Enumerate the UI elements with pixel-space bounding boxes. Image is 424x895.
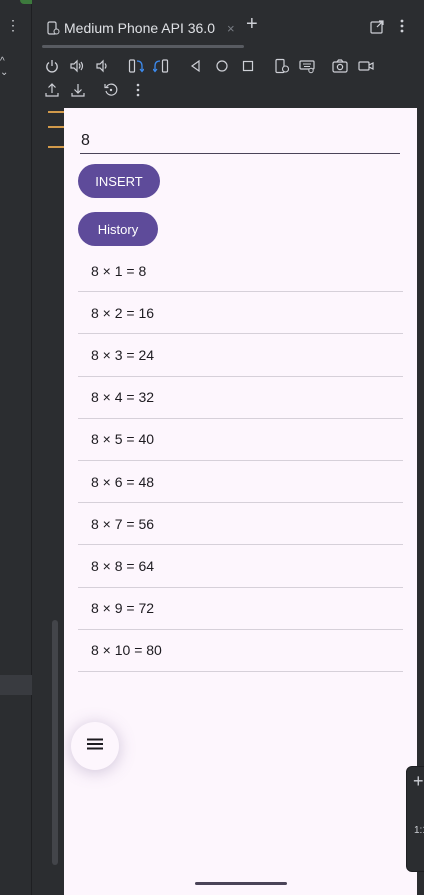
more-icon[interactable] [130,82,146,98]
reset-icon[interactable] [103,82,119,98]
number-input-field[interactable] [80,128,400,154]
device-icon [46,21,60,35]
list-item[interactable]: 8 × 1 = 8 [78,250,403,293]
home-icon[interactable] [214,58,230,74]
menu-fab[interactable] [71,722,119,770]
change-marker [48,126,64,128]
device-screen: INSERT History 8 × 1 = 8 8 × 2 = 16 8 × … [64,108,417,895]
multiplication-list: 8 × 1 = 8 8 × 2 = 16 8 × 3 = 24 8 × 4 = … [78,250,403,672]
gesture-home-indicator[interactable] [195,882,287,885]
volume-up-icon[interactable] [69,58,85,74]
device-settings-icon[interactable] [274,58,290,74]
zoom-panel: + 1:1 [406,766,424,872]
camera-icon[interactable] [332,58,348,74]
collapse-chevrons[interactable]: ^ ⌄ [0,56,31,78]
tab-medium-phone[interactable]: Medium Phone API 36.0 × [46,10,235,46]
zoom-ratio-button[interactable]: 1:1 [414,825,424,836]
back-icon[interactable] [188,58,204,74]
overview-icon[interactable] [240,58,256,74]
add-tab-icon[interactable]: + [246,14,258,34]
more-options-icon[interactable] [400,19,404,33]
list-item[interactable]: 8 × 4 = 32 [78,377,403,419]
list-item[interactable]: 8 × 8 = 64 [78,545,403,588]
emulator-window: ⋮ ^ ⌄ Medium Phone API 36.0 × + 8 INSERT… [0,0,424,895]
list-item[interactable]: 8 × 3 = 24 [78,334,403,377]
left-tool-strip: ⋮ ^ ⌄ [0,0,50,895]
upload-icon[interactable] [44,82,60,98]
selected-row-highlight [0,675,32,695]
volume-down-icon[interactable] [94,58,110,74]
emulator-toolbar [32,52,424,104]
change-marker [48,111,64,113]
list-item[interactable]: 8 × 6 = 48 [78,461,403,504]
list-item[interactable]: 8 × 2 = 16 [78,292,403,335]
options-menu-icon[interactable]: ⋮ [6,18,20,32]
list-item[interactable]: 8 × 10 = 80 [78,630,403,672]
change-marker [48,146,64,148]
editor-gutter [32,0,64,895]
vertical-scrollbar[interactable] [52,620,58,865]
list-item[interactable]: 8 × 9 = 72 [78,588,403,630]
zoom-in-icon[interactable]: + [413,771,424,792]
download-icon[interactable] [70,82,86,98]
list-item[interactable]: 8 × 7 = 56 [78,503,403,546]
tab-title: Medium Phone API 36.0 [64,20,215,36]
active-tab-underline [42,45,244,48]
power-icon[interactable] [44,58,60,74]
menu-icon [87,737,103,755]
tab-bar: Medium Phone API 36.0 × + [32,0,424,50]
rotate-left-icon[interactable] [128,58,144,74]
insert-button[interactable]: INSERT [78,164,160,198]
record-icon[interactable] [358,58,374,74]
rotate-right-icon[interactable] [153,58,169,74]
history-button[interactable]: History [78,212,158,246]
list-item[interactable]: 8 × 5 = 40 [78,419,403,461]
open-external-icon[interactable] [370,20,384,39]
close-tab-icon[interactable]: × [227,21,235,36]
number-input[interactable] [80,128,400,153]
keyboard-icon[interactable] [299,58,315,74]
